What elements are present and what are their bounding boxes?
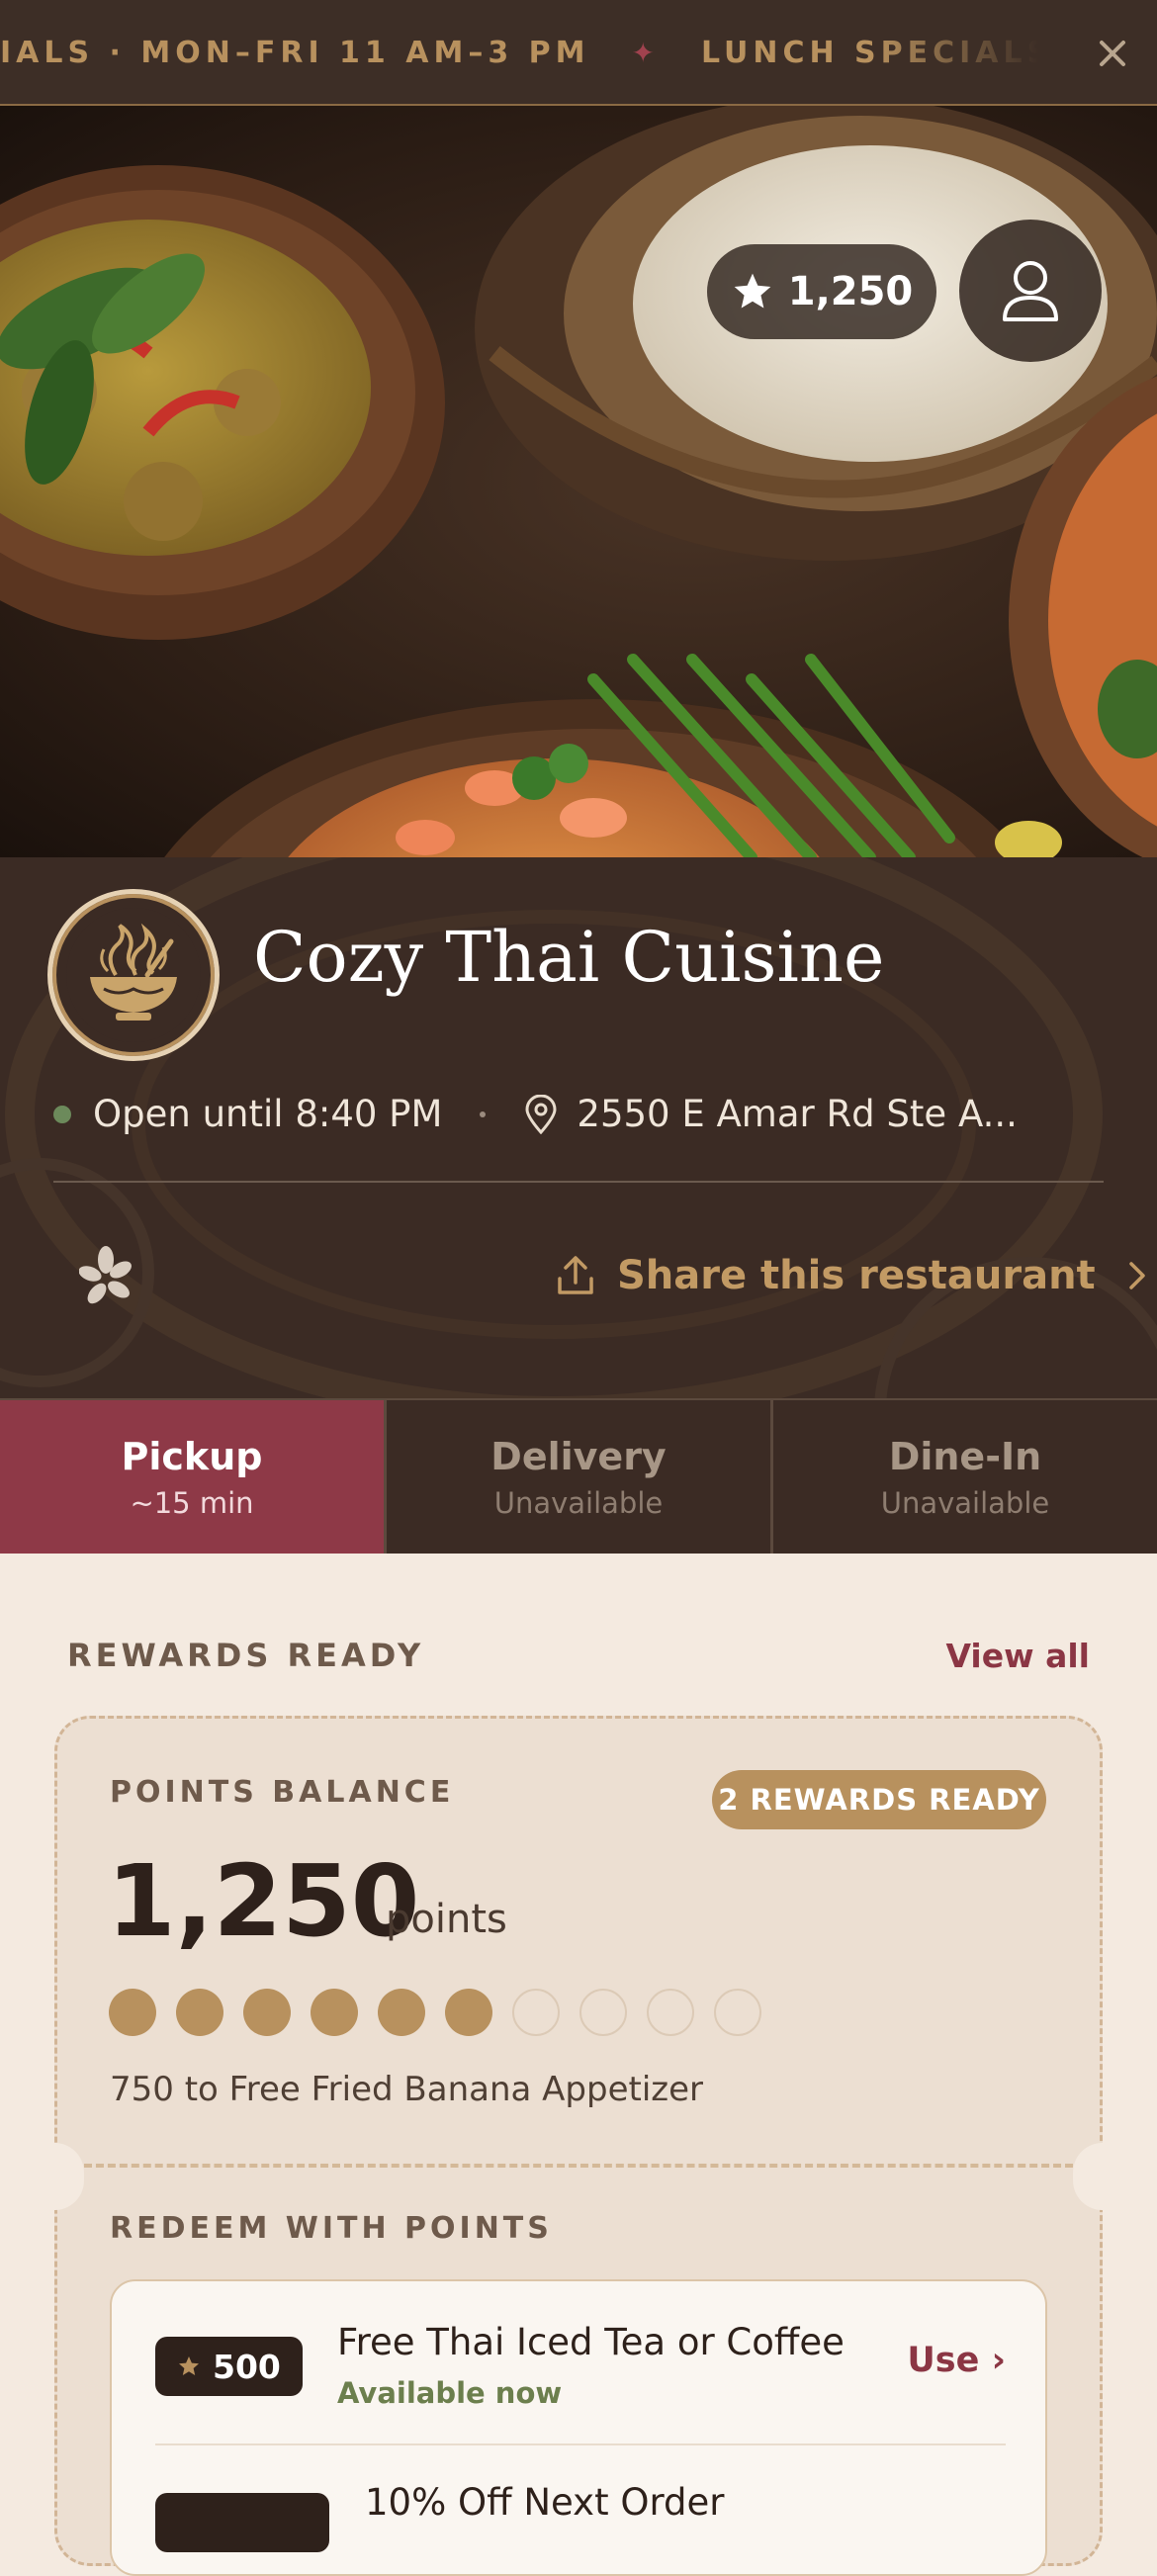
progress-dot-filled — [378, 1989, 425, 2036]
close-icon — [1100, 40, 1125, 66]
use-reward-button[interactable]: Use › — [907, 2341, 1006, 2380]
share-icon — [558, 1256, 593, 1294]
redeem-item[interactable]: 500 Free Thai Iced Tea or Coffee Availab… — [155, 2281, 1006, 2410]
points-count: 1,250 — [787, 269, 914, 314]
reward-name: 10% Off Next Order — [365, 2481, 725, 2524]
card-notch-left — [25, 2143, 84, 2210]
progress-dot-empty — [512, 1989, 560, 2036]
redeem-section-title: REDEEM WITH POINTS — [110, 2211, 553, 2246]
close-ticker-button[interactable] — [1068, 0, 1157, 104]
view-all-link[interactable]: View all — [945, 1637, 1090, 1675]
progress-dot-empty — [647, 1989, 694, 2036]
tab-title: Delivery — [490, 1434, 667, 1478]
restaurant-name: Cozy Thai Cuisine — [253, 917, 885, 998]
order-mode-tabs: Pickup ~15 min Delivery Unavailable Dine… — [0, 1398, 1157, 1554]
rewards-ready-badge: 2 REWARDS READY — [712, 1770, 1046, 1829]
progress-dot-filled — [176, 1989, 223, 2036]
tab-pickup[interactable]: Pickup ~15 min — [0, 1400, 387, 1554]
tab-subtitle: ~15 min — [130, 1485, 254, 1520]
tab-title: Dine-In — [888, 1434, 1042, 1478]
reward-name: Free Thai Iced Tea or Coffee — [337, 2321, 845, 2363]
meta-separator — [480, 1110, 487, 1117]
redeem-list: 500 Free Thai Iced Tea or Coffee Availab… — [110, 2279, 1047, 2576]
yelp-button[interactable] — [78, 1246, 133, 1309]
points-unit: points — [386, 1897, 507, 1942]
progress-dot-empty — [579, 1989, 627, 2036]
progress-dot-filled — [243, 1989, 291, 2036]
open-status: Open until 8:40 PM — [93, 1093, 443, 1135]
location-pin-icon — [523, 1094, 559, 1134]
points-progress-dots — [109, 1989, 761, 2036]
points-pill[interactable]: 1,250 — [707, 244, 936, 339]
redeem-item[interactable]: 10% Off Next Order — [155, 2445, 1006, 2564]
progress-dot-empty — [714, 1989, 761, 2036]
header-divider — [53, 1181, 1104, 1183]
card-tear-line — [84, 2164, 1073, 2168]
user-icon — [1003, 261, 1058, 321]
share-restaurant-button[interactable]: Share this restaurant — [556, 1253, 1147, 1298]
promo-ticker: IALS · MON–FRI 11 AM–3 PM ✦ LUNCH SPECIA… — [0, 0, 1157, 106]
card-notch-right — [1073, 2143, 1132, 2210]
share-label: Share this restaurant — [617, 1253, 1096, 1298]
points-balance-label: POINTS BALANCE — [110, 1775, 455, 1810]
tab-dine-in[interactable]: Dine-In Unavailable — [773, 1400, 1157, 1554]
restaurant-logo — [47, 889, 220, 1061]
restaurant-meta: Open until 8:40 PM 2550 E Amar Rd Ste A.… — [53, 1093, 1018, 1135]
ticker-separator: ✦ — [631, 37, 660, 69]
star-icon — [179, 2356, 199, 2375]
tab-title: Pickup — [121, 1434, 263, 1478]
points-balance-value: 1,250 — [107, 1843, 420, 1959]
points-cost-chip: 500 — [155, 2337, 303, 2396]
progress-dot-filled — [109, 1989, 156, 2036]
rewards-section-title: REWARDS READY — [67, 1637, 425, 1674]
thai-bowl-logo-icon — [66, 908, 201, 1042]
tab-subtitle: Unavailable — [493, 1485, 664, 1520]
points-cost: 500 — [213, 2347, 281, 2386]
reward-status: Available now — [337, 2376, 563, 2410]
food-illustration — [0, 106, 1157, 857]
ticker-text-left: IALS · MON–FRI 11 AM–3 PM — [0, 36, 590, 70]
restaurant-address[interactable]: 2550 E Amar Rd Ste A... — [577, 1093, 1017, 1135]
restaurant-header: Cozy Thai Cuisine Open until 8:40 PM 255… — [0, 857, 1157, 1398]
account-button[interactable] — [959, 220, 1102, 362]
progress-dot-filled — [311, 1989, 358, 2036]
yelp-burst-icon — [78, 1246, 132, 1304]
open-status-dot — [53, 1105, 71, 1123]
star-icon — [734, 273, 771, 309]
progress-dot-filled — [445, 1989, 492, 2036]
points-cost-chip — [155, 2493, 329, 2552]
ticker-fade — [870, 0, 1068, 104]
chevron-right-icon — [1128, 1262, 1145, 1289]
tab-subtitle: Unavailable — [880, 1485, 1050, 1520]
progress-text: 750 to Free Fried Banana Appetizer — [110, 2070, 704, 2109]
hero-food-photo: 1,250 — [0, 106, 1157, 857]
tab-delivery[interactable]: Delivery Unavailable — [387, 1400, 773, 1554]
